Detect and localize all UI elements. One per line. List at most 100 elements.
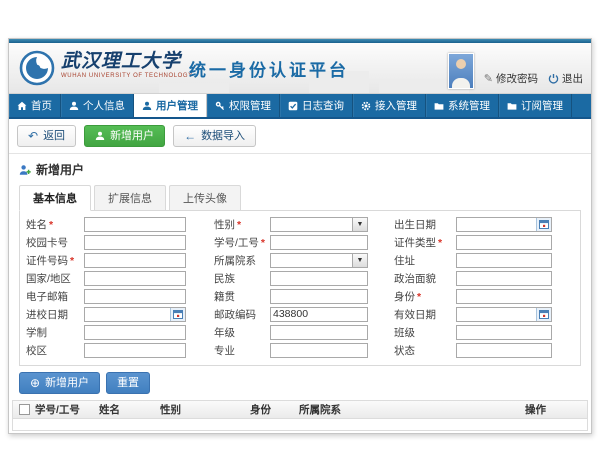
country-region-input[interactable] (84, 271, 186, 286)
import-arrow-icon: ← (184, 130, 196, 142)
field-control-identity (456, 289, 552, 304)
native-place-input[interactable] (270, 289, 368, 304)
app-window: 武汉理工大学 WUHAN UNIVERSITY OF TECHNOLOGY 统一… (8, 38, 592, 434)
identity-input[interactable] (456, 289, 552, 304)
nav-item-system-management[interactable]: 系统管理 (426, 94, 499, 117)
field-control-name (84, 217, 186, 232)
field-label-status: 状态 (368, 343, 456, 358)
field-control-gender: ▼ (270, 217, 368, 232)
platform-title: 统一身份认证平台 (189, 56, 349, 81)
table-empty-body (13, 419, 587, 430)
required-asterisk: * (49, 219, 53, 231)
building-silhouette (159, 83, 229, 93)
nav-item-personal-info[interactable]: 个人信息 (61, 94, 134, 117)
folder-icon (434, 101, 444, 111)
field-control-ethnicity (270, 271, 368, 286)
class-input[interactable] (456, 325, 552, 340)
select-all-checkbox[interactable] (19, 404, 30, 415)
submit-add-user-button[interactable]: ⊕ 新增用户 (19, 372, 100, 394)
calendar-icon[interactable] (170, 308, 185, 321)
postal-code-input[interactable] (270, 307, 368, 322)
avatar[interactable] (448, 53, 474, 89)
tab-extended-info[interactable]: 扩展信息 (94, 185, 166, 211)
dropdown-arrow-icon[interactable]: ▼ (352, 254, 367, 267)
field-label-grade: 年级 (186, 325, 270, 340)
field-label-schooling-length: 学制 (26, 325, 84, 340)
field-label-birth-date: 出生日期 (368, 217, 456, 232)
schooling-length-input[interactable] (84, 325, 186, 340)
nav-item-access-management[interactable]: 接入管理 (353, 94, 426, 117)
reset-button[interactable]: 重置 (106, 372, 150, 394)
required-asterisk: * (417, 291, 421, 303)
header: 武汉理工大学 WUHAN UNIVERSITY OF TECHNOLOGY 统一… (9, 43, 591, 94)
field-control-email (84, 289, 186, 304)
main-nav: 首页个人信息用户管理 权限管理日志查询接入管理系统管理订阅管理 (9, 94, 591, 119)
field-control-campus (84, 343, 186, 358)
field-label-campus: 校区 (26, 343, 84, 358)
plus-circle-icon: ⊕ (30, 377, 40, 389)
back-arrow-icon: ↶ (28, 130, 38, 142)
dropdown-arrow-icon[interactable]: ▼ (352, 218, 367, 231)
field-control-postal-code (270, 307, 368, 322)
nav-item-subscription-management[interactable]: 订阅管理 (499, 94, 572, 117)
field-control-enroll-date (84, 307, 186, 322)
toolbar: ↶ 返回 新增用户 ← 数据导入 (9, 119, 591, 153)
field-label-name: 姓名* (26, 217, 84, 232)
address-input[interactable] (456, 253, 552, 268)
field-control-campus-card-no (84, 235, 186, 250)
field-label-id-number: 证件号码* (26, 253, 84, 268)
logout-label: 退出 (562, 71, 583, 86)
status-input[interactable] (456, 343, 552, 358)
campus-card-no-input[interactable] (84, 235, 186, 250)
calendar-icon[interactable] (536, 308, 551, 321)
id-type-input[interactable] (456, 235, 552, 250)
column-header: 操作 (523, 402, 587, 417)
tab-upload-avatar[interactable]: 上传头像 (169, 185, 241, 211)
field-label-campus-card-no: 校园卡号 (26, 235, 84, 250)
nav-item-log-query[interactable]: 日志查询 (280, 94, 353, 117)
id-number-input[interactable] (84, 253, 186, 268)
user-area: ✎ 修改密码 退出 (448, 53, 583, 89)
field-control-department: ▼ (270, 253, 368, 268)
gear-icon (361, 101, 371, 111)
nav-item-home[interactable]: 首页 (9, 94, 61, 117)
university-name: 武汉理工大学 (61, 51, 193, 72)
section-title-label: 新增用户 (36, 161, 84, 178)
required-asterisk: * (438, 237, 442, 249)
grade-input[interactable] (270, 325, 368, 340)
section-title: 新增用户 (9, 154, 591, 183)
field-label-address: 住址 (368, 253, 456, 268)
data-import-button[interactable]: ← 数据导入 (173, 125, 256, 147)
nav-item-user-management[interactable]: 用户管理 (134, 94, 207, 117)
field-label-enroll-date: 进校日期 (26, 307, 84, 322)
political-status-input[interactable] (456, 271, 552, 286)
form-actions: ⊕ 新增用户 重置 (19, 372, 581, 394)
column-header: 姓名 (97, 402, 158, 417)
field-control-major (270, 343, 368, 358)
home-icon (17, 101, 27, 111)
column-header: 所属院系 (297, 402, 523, 417)
email-input[interactable] (84, 289, 186, 304)
user-form: 姓名*性别*▼出生日期校园卡号学号/工号*证件类型*证件号码*所属院系▼住址国家… (26, 216, 574, 358)
user-icon (142, 101, 152, 111)
ethnicity-input[interactable] (270, 271, 368, 286)
back-button[interactable]: ↶ 返回 (17, 125, 76, 147)
nav-item-permission-management[interactable]: 权限管理 (207, 94, 280, 117)
column-header: 性别 (158, 402, 248, 417)
tab-basic-info[interactable]: 基本信息 (19, 185, 91, 211)
key-icon (215, 101, 225, 111)
field-label-student-id: 学号/工号* (186, 235, 270, 250)
name-input[interactable] (84, 217, 186, 232)
field-label-valid-date: 有效日期 (368, 307, 456, 322)
field-control-country-region (84, 271, 186, 286)
field-label-major: 专业 (186, 343, 270, 358)
nav-label: 权限管理 (229, 98, 271, 113)
student-id-input[interactable] (270, 235, 368, 250)
change-password-link[interactable]: ✎ 修改密码 (484, 71, 538, 86)
field-control-valid-date (456, 307, 552, 322)
major-input[interactable] (270, 343, 368, 358)
logout-link[interactable]: 退出 (548, 71, 583, 86)
calendar-icon[interactable] (536, 218, 551, 231)
campus-input[interactable] (84, 343, 186, 358)
add-user-button[interactable]: 新增用户 (84, 125, 165, 147)
